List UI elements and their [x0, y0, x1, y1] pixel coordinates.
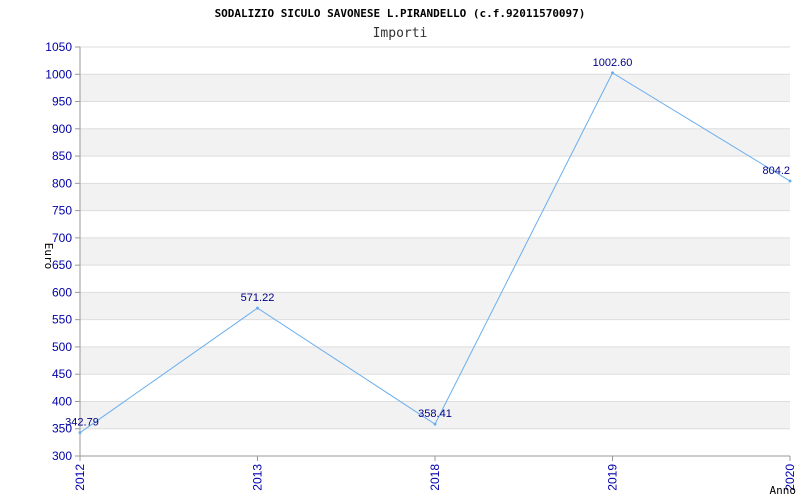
y-tick-label: 950: [52, 95, 72, 109]
y-tick-label: 550: [52, 313, 72, 327]
grid-band: [80, 74, 790, 102]
line-chart: 3003504004505005506006507007508008509009…: [42, 7, 797, 497]
y-tick-label: 600: [52, 285, 72, 299]
x-tick-label: 2019: [606, 464, 620, 491]
y-axis-label: Euro: [42, 243, 55, 270]
grid-band: [80, 183, 790, 211]
chart-subtitle: Importi: [373, 26, 428, 41]
y-tick-label: 850: [52, 149, 72, 163]
data-point: [788, 179, 792, 183]
y-tick-label: 1000: [45, 67, 72, 81]
data-label: 804.2: [762, 165, 790, 177]
y-tick-label: 900: [52, 122, 72, 136]
grid-band: [80, 128, 790, 157]
y-tick-label: 800: [52, 176, 72, 190]
y-tick-label: 450: [52, 367, 72, 381]
data-label: 342.79: [65, 417, 99, 429]
data-point: [78, 431, 82, 435]
x-tick-label: 2018: [428, 464, 442, 491]
chart-title: SODALIZIO SICULO SAVONESE L.PIRANDELLO (…: [215, 7, 586, 20]
data-label: 1002.60: [593, 57, 633, 69]
data-point: [611, 71, 614, 75]
grid-band: [80, 346, 790, 375]
x-tick-label: 2013: [251, 464, 265, 491]
y-tick-label: 300: [52, 449, 72, 463]
grid-band: [80, 237, 790, 266]
x-tick-label: 2012: [73, 464, 87, 491]
grid-band: [80, 292, 790, 320]
y-tick-label: 750: [52, 204, 72, 218]
data-point: [256, 306, 259, 310]
data-label: 571.22: [241, 292, 275, 304]
grid-bands: [80, 74, 790, 429]
data-label: 358.41: [418, 408, 452, 420]
x-axis-label: Anno: [770, 484, 797, 497]
y-tick-label: 1050: [45, 40, 72, 54]
y-tick-label: 400: [52, 394, 72, 408]
x-tick-labels: 2012 2013 2018 2019 2020: [73, 464, 797, 491]
y-tick-label: 500: [52, 340, 72, 354]
data-point: [433, 422, 437, 426]
